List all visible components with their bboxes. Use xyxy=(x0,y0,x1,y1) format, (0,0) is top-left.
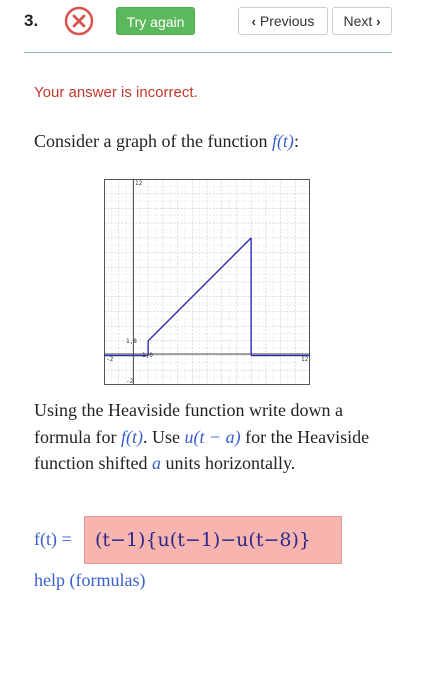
feedback-message: Your answer is incorrect. xyxy=(34,84,198,101)
next-button[interactable]: Next › xyxy=(332,7,392,35)
instr-heaviside: u(t − a) xyxy=(184,426,241,447)
answer-input[interactable]: (t−1){u(t−1)−u(t−8)} xyxy=(84,516,342,564)
tick-label-y-top: 12 xyxy=(135,180,143,187)
chevron-right-icon: › xyxy=(376,14,381,29)
previous-button[interactable]: ‹ Previous xyxy=(238,7,328,35)
prompt-function: f(t) xyxy=(271,131,294,151)
function-graph: 12 1,8 1,0 -2 12 -2 xyxy=(104,179,310,385)
tick-label-x-mid: 1,0 xyxy=(142,352,153,359)
try-again-button[interactable]: Try again xyxy=(116,7,195,35)
instr-shift: a xyxy=(151,453,161,473)
answer-label: f(t) = xyxy=(34,529,72,549)
prompt-lead: Consider a graph of the function xyxy=(34,131,268,151)
instructions-text: Using the Heaviside function write down … xyxy=(34,397,394,477)
header-divider xyxy=(24,52,392,53)
question-number: 3. xyxy=(24,11,39,30)
help-formulas-link[interactable]: help (formulas) xyxy=(34,570,145,591)
prompt-text: Consider a graph of the function f(t): xyxy=(34,131,299,152)
instr-part-4: units horizontally. xyxy=(165,453,296,473)
tick-label-y-bottom: -2 xyxy=(126,378,134,385)
tick-label-x-right: 12 xyxy=(301,356,309,363)
tick-label-y-mid: 1,8 xyxy=(126,338,137,345)
x-circle-icon xyxy=(64,6,94,36)
prompt-colon: : xyxy=(293,131,299,151)
chevron-left-icon: ‹ xyxy=(251,14,256,29)
instr-part-2: . Use xyxy=(142,426,180,447)
next-label: Next xyxy=(343,13,373,29)
tick-label-x-left: -2 xyxy=(106,356,114,363)
previous-label: Previous xyxy=(259,13,315,29)
instr-function: f(t) xyxy=(120,426,143,447)
